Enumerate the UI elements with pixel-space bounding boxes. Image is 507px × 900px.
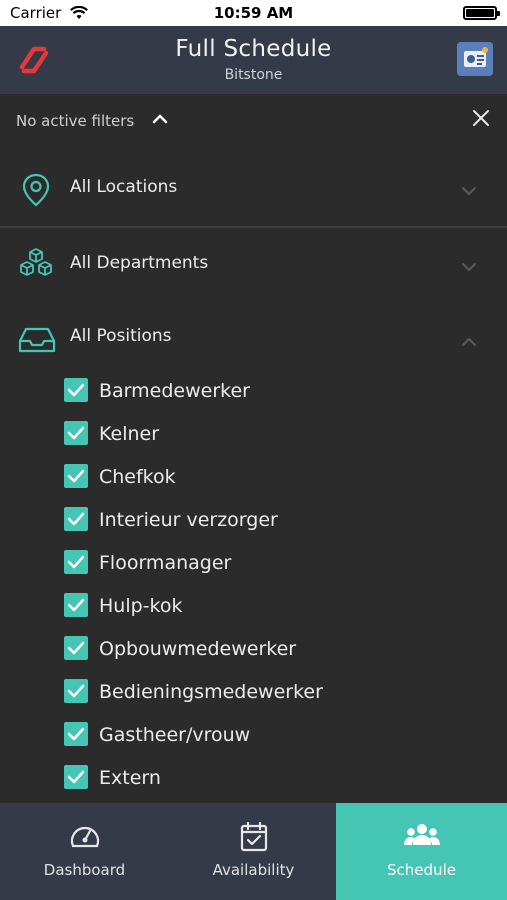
position-label: Opbouwmedewerker <box>99 638 297 660</box>
calendar-check-icon <box>169 821 338 857</box>
position-label: Extern <box>99 767 161 789</box>
checkbox[interactable] <box>64 636 88 660</box>
app-header: Full Schedule Bitstone <box>0 26 507 94</box>
position-label: Kelner <box>99 423 160 445</box>
tab-schedule[interactable]: Schedule <box>336 803 507 900</box>
tab-label: Dashboard <box>43 861 126 879</box>
position-checkbox-item[interactable]: Floormanager <box>64 547 484 577</box>
position-label: Barmedewerker <box>99 380 250 402</box>
company-name: Bitstone <box>224 67 283 83</box>
position-checkbox-item[interactable]: Chefkok <box>64 461 484 491</box>
position-label: Interieur verzorger <box>99 509 278 531</box>
tab-label: Schedule <box>387 861 456 879</box>
checkbox[interactable] <box>64 421 88 445</box>
checkbox[interactable] <box>64 679 88 703</box>
position-checkbox-item[interactable]: Opbouwmedewerker <box>64 633 484 663</box>
position-label: Gastheer/vrouw <box>99 724 251 746</box>
cubes-icon <box>18 248 54 288</box>
section-label: All Locations <box>70 177 178 197</box>
location-pin-icon <box>18 172 54 212</box>
position-label: Bedieningsmedewerker <box>99 681 323 703</box>
chevron-up-icon[interactable] <box>152 111 168 131</box>
section-label: All Departments <box>70 253 209 273</box>
inbox-tray-icon <box>18 321 56 361</box>
page-title: Full Schedule <box>175 36 332 62</box>
departments-filter[interactable]: All Departments <box>0 228 507 304</box>
position-checkbox-item[interactable]: Extern <box>64 762 484 792</box>
tab-dashboard[interactable]: Dashboard <box>0 803 169 900</box>
checkbox[interactable] <box>64 765 88 789</box>
position-label: Chefkok <box>99 466 176 488</box>
position-checkbox-item[interactable]: Barmedewerker <box>64 375 484 405</box>
tab-availability[interactable]: Availability <box>169 803 338 900</box>
checkbox[interactable] <box>64 378 88 402</box>
section-label: All Positions <box>70 326 172 346</box>
speedometer-icon <box>0 821 169 855</box>
position-checkbox-item[interactable]: Gastheer/vrouw <box>64 719 484 749</box>
position-label: Hulp-kok <box>99 595 183 617</box>
position-checkbox-item[interactable]: Interieur verzorger <box>64 504 484 534</box>
chevron-up-icon[interactable] <box>461 333 477 352</box>
position-checkbox-item[interactable]: Hulp-kok <box>64 590 484 620</box>
checkbox[interactable] <box>64 593 88 617</box>
checkbox[interactable] <box>64 507 88 531</box>
positions-filter[interactable]: All Positions <box>0 301 507 377</box>
position-checkbox-item[interactable]: Kelner <box>64 418 484 448</box>
clock: 10:59 AM <box>213 4 294 22</box>
locations-filter[interactable]: All Locations <box>0 152 507 228</box>
position-label: Floormanager <box>99 552 232 574</box>
tab-label: Availability <box>212 861 295 879</box>
close-icon[interactable] <box>471 108 491 132</box>
chevron-down-icon[interactable] <box>461 182 477 201</box>
chevron-down-icon[interactable] <box>461 258 477 277</box>
team-icon <box>336 821 507 855</box>
position-checkbox-item[interactable]: Bedieningsmedewerker <box>64 676 484 706</box>
checkbox[interactable] <box>64 550 88 574</box>
tab-bar: Dashboard Availability Schedule <box>0 803 507 900</box>
user-avatar[interactable] <box>457 42 493 76</box>
checkbox[interactable] <box>64 722 88 746</box>
filter-status: No active filters <box>16 112 135 130</box>
battery-icon <box>463 6 500 20</box>
status-bar: Carrier 10:59 AM <box>0 0 507 26</box>
checkbox[interactable] <box>64 464 88 488</box>
filter-bar: No active filters <box>0 94 507 150</box>
